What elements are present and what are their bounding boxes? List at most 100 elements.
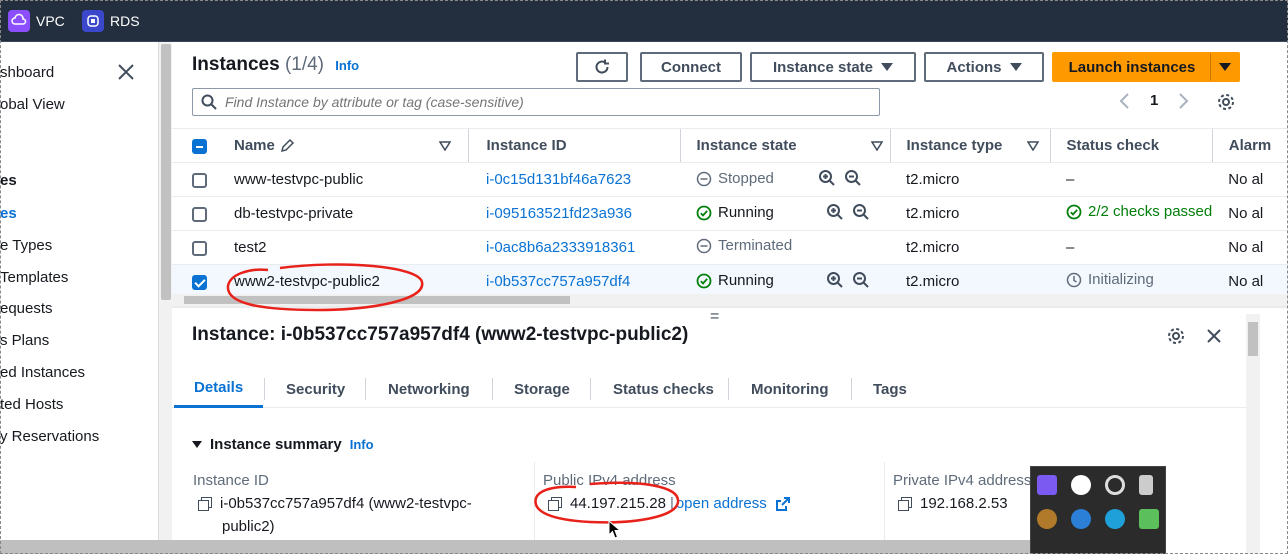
zoom-out-icon[interactable] (844, 169, 862, 187)
sidebar-item-dedicated-hosts[interactable]: ted Hosts (0, 396, 63, 413)
close-panel-button[interactable] (1204, 326, 1224, 351)
previous-page-button[interactable] (1118, 92, 1130, 114)
copy-icon[interactable] (548, 497, 562, 511)
sidebar-scrollbar[interactable] (158, 42, 172, 554)
external-link-icon[interactable] (775, 496, 791, 512)
tab-status-checks[interactable]: Status checks (613, 370, 714, 408)
tab-storage[interactable]: Storage (514, 370, 570, 408)
tray-app-icon[interactable] (1037, 509, 1057, 529)
tray-copy-icon[interactable] (1139, 509, 1159, 529)
sidebar-item-reserved-instances[interactable]: ed Instances (0, 364, 85, 381)
service-shortcut-vpc[interactable]: VPC (8, 9, 65, 33)
status-badge: Stopped (696, 170, 774, 187)
instance-id-link[interactable]: i-0b537cc757a957df4 (486, 273, 630, 290)
panel-scrollbar[interactable] (1246, 314, 1260, 554)
table-row[interactable]: www-testvpc-public i-0c15d131bf46a7623 S… (172, 162, 1288, 197)
tray-pen-icon[interactable] (1037, 475, 1057, 495)
close-navigation-button[interactable] (116, 62, 136, 82)
instances-table: Name Instance ID Instance state Instance… (172, 128, 1288, 299)
column-header-instance-type[interactable]: Instance type (889, 128, 1050, 163)
zoom-out-icon[interactable] (852, 271, 870, 289)
column-header-alarm[interactable]: Alarm (1211, 128, 1288, 163)
current-page[interactable]: 1 (1150, 92, 1158, 109)
tray-edge-icon[interactable] (1105, 509, 1125, 529)
actions-dropdown[interactable]: Actions (924, 52, 1044, 82)
info-link[interactable]: Info (335, 58, 359, 73)
caret-down-icon (1218, 63, 1231, 71)
instance-filter-search[interactable] (192, 88, 880, 116)
private-ipv4-label: Private IPv4 address (893, 472, 1032, 489)
split-panel-divider[interactable] (172, 306, 1288, 308)
sidebar-section-instances[interactable]: es (0, 172, 17, 189)
instance-state-text: Stopped (718, 170, 774, 187)
zoom-in-icon[interactable] (826, 203, 844, 221)
instance-id-link[interactable]: i-0ac8b6a2333918361 (486, 239, 635, 256)
instance-summary-toggle[interactable]: Instance summary Info (192, 436, 374, 453)
tray-shield-icon[interactable] (1071, 475, 1091, 495)
sidebar-item-capacity-reservations[interactable]: y Reservations (0, 428, 99, 445)
service-shortcut-rds[interactable]: RDS (82, 9, 140, 33)
row-checkbox[interactable] (192, 206, 207, 222)
row-checkbox[interactable] (192, 274, 207, 290)
public-ipv4-label: Public IPv4 address (543, 472, 676, 489)
status-badge: Running (696, 272, 774, 289)
preferences-button[interactable] (1216, 92, 1236, 116)
public-ipv4-value: 44.197.215.28 | open address (548, 495, 791, 512)
zoom-in-icon[interactable] (818, 169, 836, 187)
sort-icon[interactable] (1026, 141, 1039, 152)
zoom-out-icon[interactable] (852, 203, 870, 221)
copy-icon[interactable] (898, 497, 912, 511)
sidebar-item-launch-templates[interactable]: Templates (0, 269, 68, 286)
tab-networking[interactable]: Networking (388, 370, 470, 408)
launch-instances-menu-button[interactable] (1210, 52, 1240, 82)
column-header-instance-id[interactable]: Instance ID (467, 128, 680, 163)
row-checkbox[interactable] (192, 172, 207, 188)
instance-id-value-cont: public2) (222, 518, 275, 535)
instance-id-link[interactable]: i-095163521fd23a936 (486, 205, 632, 222)
table-horizontal-scrollbar[interactable] (172, 294, 1288, 306)
scrollbar-thumb[interactable] (1248, 322, 1258, 356)
info-link[interactable]: Info (350, 437, 374, 452)
instance-id-link[interactable]: i-0c15d131bf46a7623 (486, 171, 631, 188)
chevron-right-icon (1179, 93, 1189, 109)
panel-preferences-button[interactable] (1166, 326, 1186, 351)
tab-monitoring[interactable]: Monitoring (751, 370, 828, 408)
refresh-button[interactable] (576, 52, 628, 82)
tab-separator (590, 378, 591, 400)
sidebar-item-global-view[interactable]: obal View (0, 96, 65, 113)
row-checkbox[interactable] (192, 240, 207, 256)
table-row[interactable]: db-testvpc-private i-095163521fd23a936 R… (172, 196, 1288, 231)
sidebar-item-instances[interactable]: es (0, 205, 17, 222)
scrollbar-thumb[interactable] (184, 296, 570, 304)
tab-security[interactable]: Security (286, 370, 345, 408)
status-check: – (1050, 162, 1213, 197)
tray-globe-icon[interactable] (1071, 509, 1091, 529)
tray-usb-icon[interactable] (1139, 475, 1153, 495)
column-header-instance-state[interactable]: Instance state (679, 128, 890, 163)
tray-record-icon[interactable] (1105, 475, 1125, 495)
select-all-checkbox[interactable] (192, 138, 207, 154)
sidebar-item-spot-requests[interactable]: equests (0, 300, 53, 317)
column-header-name[interactable]: Name (234, 128, 468, 163)
zoom-in-icon[interactable] (826, 271, 844, 289)
instance-state-dropdown[interactable]: Instance state (750, 52, 916, 82)
sidebar-item-dashboard[interactable]: shboard (0, 64, 54, 81)
connect-button[interactable]: Connect (640, 52, 742, 82)
resize-handle-icon[interactable]: = (710, 308, 719, 326)
tab-details[interactable]: Details (174, 370, 264, 408)
column-header-status-check[interactable]: Status check (1049, 128, 1213, 163)
tab-tags[interactable]: Tags (873, 370, 907, 408)
sidebar-item-savings-plans[interactable]: s Plans (0, 332, 49, 349)
sort-icon[interactable] (438, 141, 452, 152)
copy-icon[interactable] (198, 497, 212, 511)
scrollbar-thumb[interactable] (161, 44, 171, 300)
open-address-link[interactable]: open address (676, 495, 767, 512)
sidebar-item-instance-types[interactable]: e Types (0, 237, 52, 254)
launch-instances-button[interactable]: Launch instances (1052, 52, 1212, 82)
sort-icon[interactable] (870, 141, 884, 152)
search-input[interactable] (225, 94, 825, 110)
gear-icon (1218, 94, 1234, 110)
instance-state-label: Instance state (772, 58, 874, 76)
table-row[interactable]: test2 i-0ac8b6a2333918361 Terminated t2.… (172, 230, 1288, 265)
next-page-button[interactable] (1178, 92, 1190, 114)
